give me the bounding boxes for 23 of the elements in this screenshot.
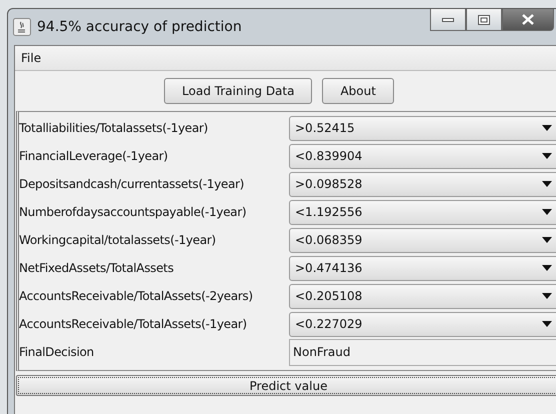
parameter-label: AccountsReceivable/TotalAssets(-1year) (19, 317, 248, 331)
parameter-label: Workingcapital/totalassets(-1year) (19, 233, 217, 247)
value-dropdown[interactable]: <0.839904 (289, 144, 556, 168)
parameter-label: AccountsReceivable/TotalAssets(-2years) (19, 289, 254, 303)
parameter-label: FinalDecision (19, 345, 95, 359)
parameter-label: Totalliabilities/Totalassets(-1year) (19, 121, 209, 135)
value-dropdown[interactable]: <1.192556 (289, 200, 556, 224)
value-dropdown[interactable]: >0.474136 (289, 256, 556, 280)
parameter-label: FinancialLeverage(-1year) (19, 149, 169, 163)
value-dropdown[interactable]: >0.52415 (289, 116, 556, 140)
window-title: 94.5% accuracy of prediction (37, 19, 242, 35)
menu-item[interactable]: File (15, 51, 48, 65)
toolbar-button[interactable]: About (322, 78, 394, 104)
result-field: NonFraud (289, 338, 556, 366)
predict-button[interactable]: Predict value (16, 375, 556, 396)
value-dropdown[interactable]: >0.098528 (289, 172, 556, 196)
value-dropdown[interactable]: <0.068359 (289, 228, 556, 252)
parameter-label: NetFixedAssets/TotalAssets (19, 261, 175, 275)
parameter-label: Depositsandcash/currentassets(-1year) (19, 177, 246, 191)
value-dropdown[interactable]: <0.227029 (289, 312, 556, 336)
parameter-label: Numberofdaysaccountspayable(-1year) (19, 205, 248, 219)
value-dropdown[interactable]: <0.205108 (289, 284, 556, 308)
toolbar-button[interactable]: Load Training Data (164, 78, 312, 104)
